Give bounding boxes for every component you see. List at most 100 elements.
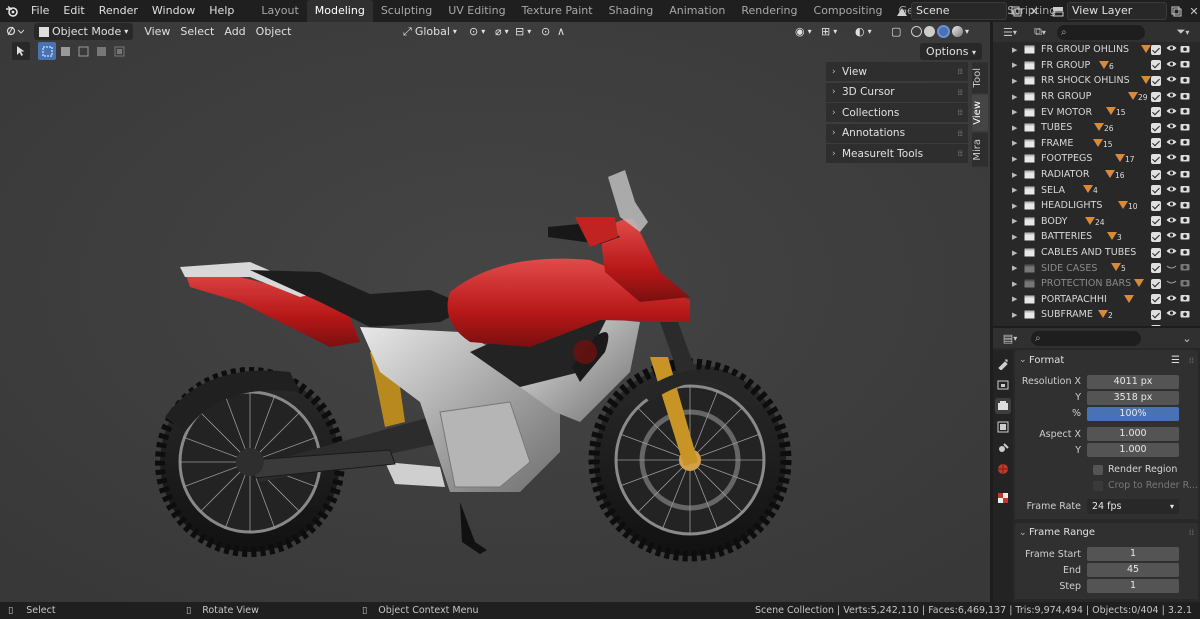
drag-handle-icon[interactable]: ⁞⁞⁞ [957,108,963,117]
falloff-icon[interactable]: ∧ [552,23,570,40]
collection-name[interactable]: SUBFRAME [1041,309,1093,320]
exclude-checkbox[interactable] [1151,169,1161,180]
exclude-checkbox[interactable] [1151,294,1161,305]
eye-icon[interactable] [1166,91,1177,102]
render-region-checkbox[interactable]: Render Region [1093,464,1177,475]
sidebar-tab-mira[interactable]: Mira [972,133,988,167]
tab-compositing[interactable]: Compositing [806,0,891,22]
exclude-checkbox[interactable] [1151,325,1161,326]
eye-icon[interactable] [1166,169,1177,180]
sidebar-tab-tool[interactable]: Tool [972,62,988,94]
exclude-checkbox[interactable] [1151,91,1161,102]
select-invert-icon[interactable] [92,42,110,60]
collection-name[interactable]: FRAME [1041,138,1073,149]
outliner-collection-row[interactable]: ▶ RADIATOR 16 [993,167,1200,183]
eye-icon[interactable] [1166,309,1177,320]
exclude-checkbox[interactable] [1151,200,1161,211]
filter-icon[interactable]: ⏷ ▾ [1170,23,1196,41]
world-properties-icon[interactable] [995,461,1011,477]
frame-end-field[interactable]: 45 [1087,563,1179,578]
expand-arrow-icon[interactable]: ▶ [1012,264,1017,272]
sidebar-tab-view[interactable]: View [972,95,988,132]
exclude-checkbox[interactable] [1151,60,1161,71]
tab-modeling[interactable]: Modeling [306,0,373,22]
eye-icon[interactable] [1166,231,1177,242]
outliner-collection-row[interactable]: ▶ RR SHOCK OHLINS [993,73,1200,89]
display-mode-icon[interactable]: ⧉ ▾ [1027,23,1053,41]
rendered-shading-icon[interactable] [952,26,963,37]
collection-name[interactable]: PROTECTION BARS [1041,278,1131,289]
collection-name[interactable]: FOOTPEGS [1041,153,1092,164]
camera-icon[interactable] [1180,309,1190,321]
drag-handle-icon[interactable]: ⁞⁞⁞ [957,88,963,97]
resolution-percent-slider[interactable]: 100% [1087,406,1179,421]
eye-icon[interactable] [1166,294,1177,305]
select-tool-icon[interactable] [12,42,30,60]
xray-toggle[interactable]: ▢ [886,23,906,40]
exclude-checkbox[interactable] [1151,122,1161,133]
eye-icon[interactable] [1166,200,1177,211]
material-shading-icon[interactable] [937,25,950,38]
menu-help[interactable]: Help [202,0,241,22]
expand-arrow-icon[interactable]: ▶ [1012,233,1017,241]
drag-handle-icon[interactable]: ⁞⁞⁞ [957,67,963,76]
pivot-point-dropdown[interactable]: ⊙ ▾ [464,23,490,40]
aspect-x-field[interactable]: 1.000 [1087,427,1179,442]
expand-arrow-icon[interactable]: ▶ [1012,77,1017,85]
camera-icon[interactable] [1180,215,1190,227]
expand-arrow-icon[interactable]: ▶ [1012,61,1017,69]
drag-handle-icon[interactable]: ⁞⁞⁞ [957,149,963,158]
view-layer-properties-icon[interactable] [995,419,1011,435]
exclude-checkbox[interactable] [1151,138,1161,149]
eye-icon[interactable] [1166,185,1177,196]
exclude-checkbox[interactable] [1151,44,1161,55]
crop-to-render-checkbox[interactable]: Crop to Render R... [1093,480,1198,491]
outliner-collection-row[interactable]: ▶ SUBFRAME 2 [993,307,1200,323]
camera-icon[interactable] [1180,184,1190,196]
panel-view[interactable]: › View ⁞⁞⁞ [826,62,968,81]
resolution-x-field[interactable]: 4011 px [1087,374,1179,389]
panel-measureit-tools[interactable]: › MeasureIt Tools ⁞⁞⁞ [826,144,968,163]
exclude-checkbox[interactable] [1151,278,1161,289]
panel-collections[interactable]: › Collections ⁞⁞⁞ [826,103,968,122]
drag-handle-icon[interactable]: ⁞⁞ [1189,356,1194,365]
menu-view[interactable]: View [139,23,175,40]
expand-arrow-icon[interactable]: ▶ [1012,139,1017,147]
camera-icon[interactable] [1180,153,1190,165]
menu-render[interactable]: Render [92,0,145,22]
output-properties-icon[interactable] [995,398,1011,414]
select-subtract-icon[interactable] [74,42,92,60]
expand-arrow-icon[interactable]: ▶ [1012,217,1017,225]
camera-icon[interactable] [1180,169,1190,181]
frame-start-field[interactable]: 1 [1087,547,1179,562]
outliner-collection-row[interactable]: ▶ CABLES AND TUBES [993,245,1200,261]
drag-handle-icon[interactable]: ⁞⁞ [1189,528,1194,537]
solid-shading-icon[interactable] [924,26,935,37]
expand-arrow-icon[interactable]: ▶ [1012,155,1017,163]
tab-sculpting[interactable]: Sculpting [373,0,440,22]
exclude-checkbox[interactable] [1151,263,1161,274]
collection-name[interactable]: SIDE CASES [1041,263,1097,274]
camera-icon[interactable] [1180,278,1190,290]
scene-name-field[interactable]: Scene [911,2,1007,20]
collection-name[interactable]: FR GROUP [1041,60,1090,71]
tab-layout[interactable]: Layout [253,0,306,22]
hidden-eye-icon[interactable] [1166,278,1177,289]
outliner-collection-row[interactable]: ▶ PROTECTION BARS [993,276,1200,292]
outliner-collection-row[interactable]: ▶ FRAME 15 [993,136,1200,152]
collection-name[interactable]: TAILIGHT [1041,325,1084,326]
frame-range-section-header[interactable]: ⌄ Frame Range ⁞⁞ [1015,522,1198,543]
eye-icon[interactable] [1166,138,1177,149]
collection-name[interactable]: BATTERIES [1041,231,1092,242]
scene-properties-icon[interactable] [995,440,1011,456]
exclude-checkbox[interactable] [1151,231,1161,242]
outliner-collection-row[interactable]: ▶ BODY 24 [993,214,1200,230]
eye-icon[interactable] [1166,153,1177,164]
collection-name[interactable]: FR GROUP OHLINS [1041,44,1129,55]
eye-icon[interactable] [1166,60,1177,71]
outliner-collection-row[interactable]: ▶ SELA 4 [993,182,1200,198]
outliner-search-input[interactable]: ⌕ [1057,24,1145,40]
outliner-collection-row[interactable]: ▶ TUBES 26 [993,120,1200,136]
collection-name[interactable]: RR SHOCK OHLINS [1041,75,1130,86]
tool-properties-icon[interactable] [995,356,1011,372]
